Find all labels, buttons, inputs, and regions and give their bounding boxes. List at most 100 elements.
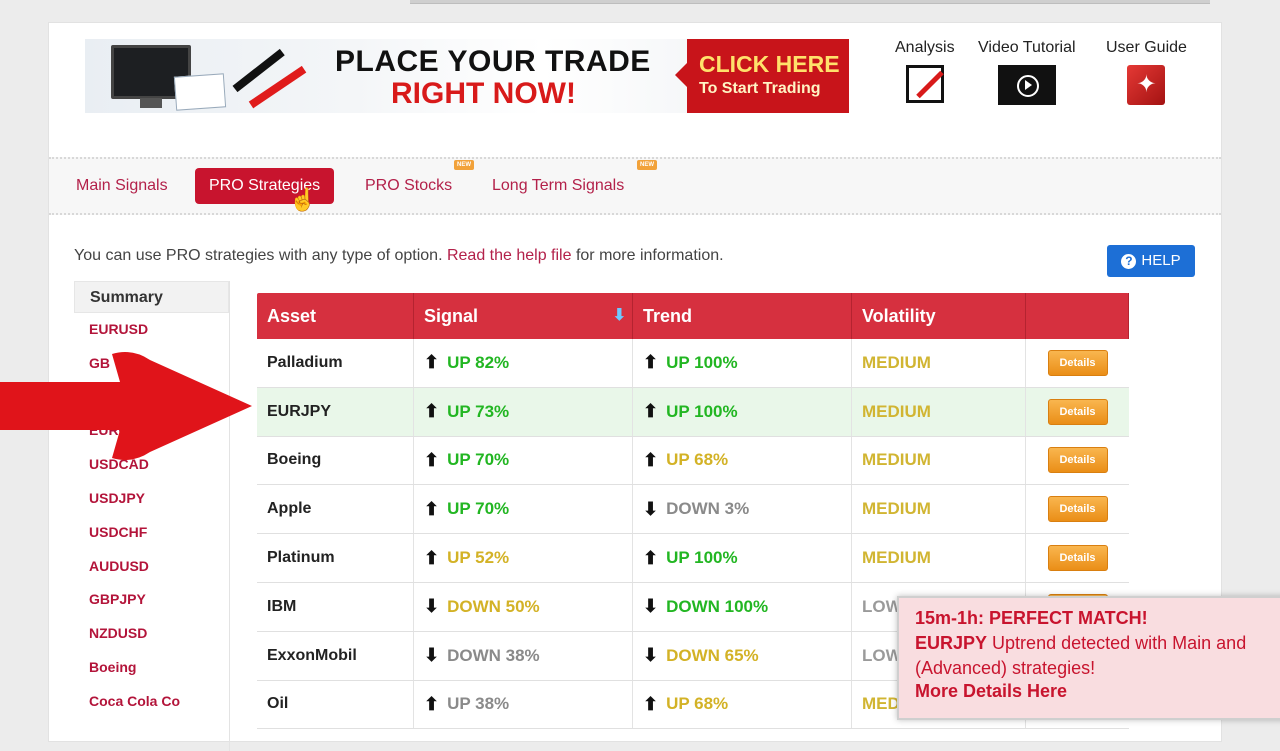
analysis-label: Analysis <box>895 39 955 56</box>
video-icon[interactable] <box>997 65 1056 105</box>
table-row[interactable]: Platinum ⬆ UP 52% ⬆ UP 100% MEDIUM Details <box>257 534 1129 583</box>
header-details <box>1026 293 1129 339</box>
trend-cell: ⬆ UP 100% <box>633 387 852 436</box>
sidebar-item[interactable]: GBPJPY <box>74 583 229 617</box>
trend-value: UP 100% <box>666 401 738 421</box>
sidebar-item[interactable]: NZDUSD <box>74 617 229 651</box>
signal-cell: ⬆ UP 70% <box>414 436 633 485</box>
volatility-value: LOW <box>862 645 902 665</box>
asset-name: Palladium <box>267 353 343 371</box>
signal-cell: ⬇ DOWN 38% <box>414 631 633 680</box>
asset-cell[interactable]: Oil <box>257 680 414 729</box>
help-file-link[interactable]: Read the help file <box>447 247 572 264</box>
sidebar-item[interactable]: Coca Cola Co <box>74 685 229 719</box>
header-asset[interactable]: Asset <box>257 293 414 339</box>
asset-cell[interactable]: Boeing <box>257 436 414 485</box>
sidebar-item[interactable]: USDJPY <box>74 482 229 516</box>
details-button[interactable]: Details <box>1047 398 1108 425</box>
sidebar-item[interactable]: AUDUSD <box>74 550 229 584</box>
sidebar-header[interactable]: Summary <box>74 281 229 313</box>
arrow-up-icon: ⬆ <box>643 693 659 714</box>
trade-banner[interactable]: PLACE YOUR TRADE RIGHT NOW! CLICK HERE T… <box>85 39 849 113</box>
arrow-down-icon: ⬇ <box>643 645 659 666</box>
signal-cell: ⬆ UP 73% <box>414 387 633 436</box>
user-guide-tool[interactable]: User Guide <box>1106 39 1187 105</box>
arrow-up-icon: ⬆ <box>424 352 440 373</box>
volatility-value: MEDIUM <box>862 352 931 372</box>
details-button[interactable]: Details <box>1047 545 1108 572</box>
sidebar-item[interactable]: EURUSD <box>74 313 229 347</box>
browser-top-tabs <box>410 0 1210 4</box>
asset-cell[interactable]: ExxonMobil <box>257 631 414 680</box>
volatility-cell: MEDIUM <box>852 485 1026 534</box>
signal-value: UP 70% <box>447 499 510 519</box>
asset-cell[interactable]: IBM <box>257 582 414 631</box>
new-badge: NEW <box>454 160 474 170</box>
asset-name: ExxonMobil <box>267 646 357 664</box>
volatility-value: MEDIUM <box>862 450 931 470</box>
signal-cell: ⬆ UP 70% <box>414 485 633 534</box>
volatility-value: MEDIUM <box>862 548 931 568</box>
analysis-tool[interactable]: Analysis <box>895 39 955 103</box>
volatility-cell: MEDIUM <box>852 387 1026 436</box>
header-volatility[interactable]: Volatility <box>852 293 1026 339</box>
video-tutorial-tool[interactable]: Video Tutorial <box>978 39 1076 105</box>
sidebar-item[interactable]: Boeing <box>74 651 229 685</box>
notification-body: EURJPY Uptrend detected with Main and (A… <box>915 631 1279 681</box>
volatility-value: MEDIUM <box>862 499 931 519</box>
volatility-value: LOW <box>862 596 902 616</box>
table-row[interactable]: Boeing ⬆ UP 70% ⬆ UP 68% MEDIUM Details <box>257 436 1129 486</box>
chart-paper-graphic <box>173 73 227 111</box>
banner-headline-2: RIGHT NOW! <box>391 77 576 110</box>
asset-cell[interactable]: Apple <box>257 485 414 534</box>
arrow-up-icon: ⬆ <box>643 449 659 470</box>
details-button[interactable]: Details <box>1047 496 1108 523</box>
cta-line-1: CLICK HERE <box>699 51 840 77</box>
trend-cell: ⬇ DOWN 65% <box>633 631 852 680</box>
notification-asset: EURJPY <box>915 633 988 653</box>
intro-text-1: You can use PRO strategies with any type… <box>74 247 443 264</box>
details-button[interactable]: Details <box>1047 349 1108 376</box>
red-pointer-arrow-icon <box>0 352 252 460</box>
analysis-icon[interactable] <box>905 65 944 103</box>
header-trend[interactable]: Trend <box>633 293 852 339</box>
tab-long-term-signals[interactable]: Long Term Signals <box>478 168 638 204</box>
trend-cell: ⬆ UP 68% <box>633 436 852 485</box>
tools-bar: Analysis Video Tutorial User Guide <box>889 39 1209 119</box>
table-row[interactable]: Apple ⬆ UP 70% ⬇ DOWN 3% MEDIUM Details <box>257 485 1129 535</box>
details-cell: Details <box>1026 437 1129 485</box>
tab-pro-stocks[interactable]: PRO Stocks <box>351 168 466 204</box>
asset-cell[interactable]: Palladium <box>257 339 414 387</box>
arrow-up-icon: ⬆ <box>643 352 659 373</box>
pdf-icon[interactable] <box>1127 65 1166 105</box>
table-header-row: Asset Signal ⬇ Trend Volatility <box>257 293 1129 339</box>
signal-value: DOWN 38% <box>447 645 540 665</box>
trend-value: UP 100% <box>666 352 738 372</box>
strategy-tabs: Main Signals PRO Strategies PRO Stocks N… <box>49 157 1221 215</box>
mouse-cursor-icon: ☝ <box>289 187 317 212</box>
more-details-link[interactable]: More Details Here <box>915 681 1279 702</box>
table-row[interactable]: EURJPY ⬆ UP 73% ⬆ UP 100% MEDIUM Details <box>257 387 1129 437</box>
match-notification[interactable]: 15m-1h: PERFECT MATCH! EURJPY Uptrend de… <box>897 596 1280 720</box>
arrow-up-icon: ⬆ <box>424 498 440 519</box>
asset-cell[interactable]: Platinum <box>257 534 414 582</box>
header-signal[interactable]: Signal ⬇ <box>414 293 633 339</box>
details-cell: Details <box>1026 534 1129 582</box>
table-row[interactable]: Palladium ⬆ UP 82% ⬆ UP 100% MEDIUM Details <box>257 339 1129 388</box>
new-badge: NEW <box>637 160 657 170</box>
help-button[interactable]: ? HELP <box>1107 245 1195 277</box>
arrow-up-icon: ⬆ <box>424 693 440 714</box>
details-cell: Details <box>1026 388 1129 436</box>
details-button[interactable]: Details <box>1047 447 1108 474</box>
asset-name: Oil <box>267 695 289 713</box>
start-trading-button[interactable]: CLICK HERE To Start Trading <box>675 39 849 113</box>
volatility-cell: MEDIUM <box>852 436 1026 485</box>
details-cell: Details <box>1026 485 1129 533</box>
arrow-down-icon: ⬇ <box>643 596 659 617</box>
asset-cell[interactable]: EURJPY <box>257 387 414 436</box>
banner-headline-1: PLACE YOUR TRADE <box>335 45 651 78</box>
notification-text-2: (Advanced) strategies! <box>915 658 1096 678</box>
tab-main-signals[interactable]: Main Signals <box>62 168 182 204</box>
sidebar-item[interactable]: USDCHF <box>74 516 229 550</box>
sort-down-icon[interactable]: ⬇ <box>613 305 626 325</box>
